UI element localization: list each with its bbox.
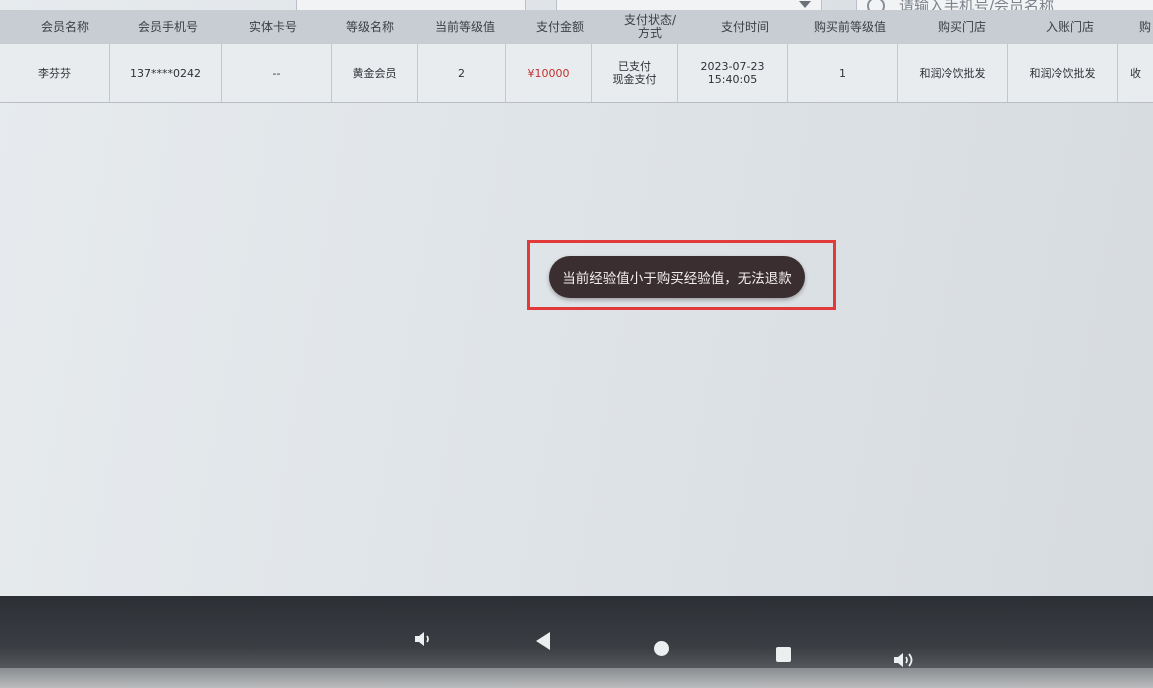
table-row[interactable]: 李芬芬 137****0242 -- 黄金会员 2 ¥10000 已支付 现金支… <box>0 44 1153 103</box>
back-icon[interactable] <box>532 630 554 652</box>
toast-message: 当前经验值小于购买经验值，无法退款 <box>549 256 805 298</box>
cell-card-no: -- <box>222 44 332 102</box>
cell-phone: 137****0242 <box>110 44 222 102</box>
device-bezel <box>0 668 1153 688</box>
col-current-level: 当前等级值 <box>434 19 495 34</box>
pay-date-text: 2023-07-23 <box>700 60 765 73</box>
cell-pay-status: 已支付 现金支付 <box>592 44 678 102</box>
cell-level-before: 1 <box>788 44 898 102</box>
cell-pay-time: 2023-07-23 15:40:05 <box>678 44 788 102</box>
col-level-name: 等级名称 <box>345 19 394 34</box>
cell-amount: ¥10000 <box>506 44 592 102</box>
col-account-store: 入账门店 <box>1045 19 1094 34</box>
cell-level-name: 黄金会员 <box>332 44 418 102</box>
back-triangle <box>536 632 550 650</box>
home-dot <box>653 640 669 656</box>
cell-member-name: 李芬芬 <box>0 44 110 102</box>
pay-status-text: 已支付 <box>618 60 651 73</box>
app-screen: 会员名称 会员手机号 实体卡号 等级名称 当前等级值 支付金额 支付状态/ 方式… <box>0 0 1153 688</box>
cell-account-store: 和润冷饮批发 <box>1008 44 1118 102</box>
volume-down-icon[interactable] <box>410 628 438 650</box>
col-buy-store: 购买门店 <box>937 19 986 34</box>
chevron-down-icon <box>799 1 811 8</box>
cell-buy-store: 和润冷饮批发 <box>898 44 1008 102</box>
cell-extra: 收 <box>1130 66 1141 80</box>
cell-current-level: 2 <box>418 44 506 102</box>
recent-apps-icon[interactable] <box>772 643 794 665</box>
col-phone: 会员手机号 <box>137 19 198 34</box>
col-level-before: 购买前等级值 <box>813 19 886 34</box>
col-pay-status: 支付状态/ 方式 <box>623 13 677 40</box>
pay-method-text: 现金支付 <box>612 73 657 86</box>
home-icon[interactable] <box>650 637 672 659</box>
col-card-no: 实体卡号 <box>248 19 297 34</box>
col-pay-time: 支付时间 <box>720 19 769 34</box>
table-header: 会员名称 会员手机号 实体卡号 等级名称 当前等级值 支付金额 支付状态/ 方式… <box>0 10 1153 44</box>
recent-square <box>775 646 791 662</box>
pay-time-text: 15:40:05 <box>707 73 758 86</box>
col-amount: 支付金额 <box>535 19 584 34</box>
col-member-name: 会员名称 <box>40 19 89 34</box>
col-extra: 购 <box>1138 19 1151 34</box>
